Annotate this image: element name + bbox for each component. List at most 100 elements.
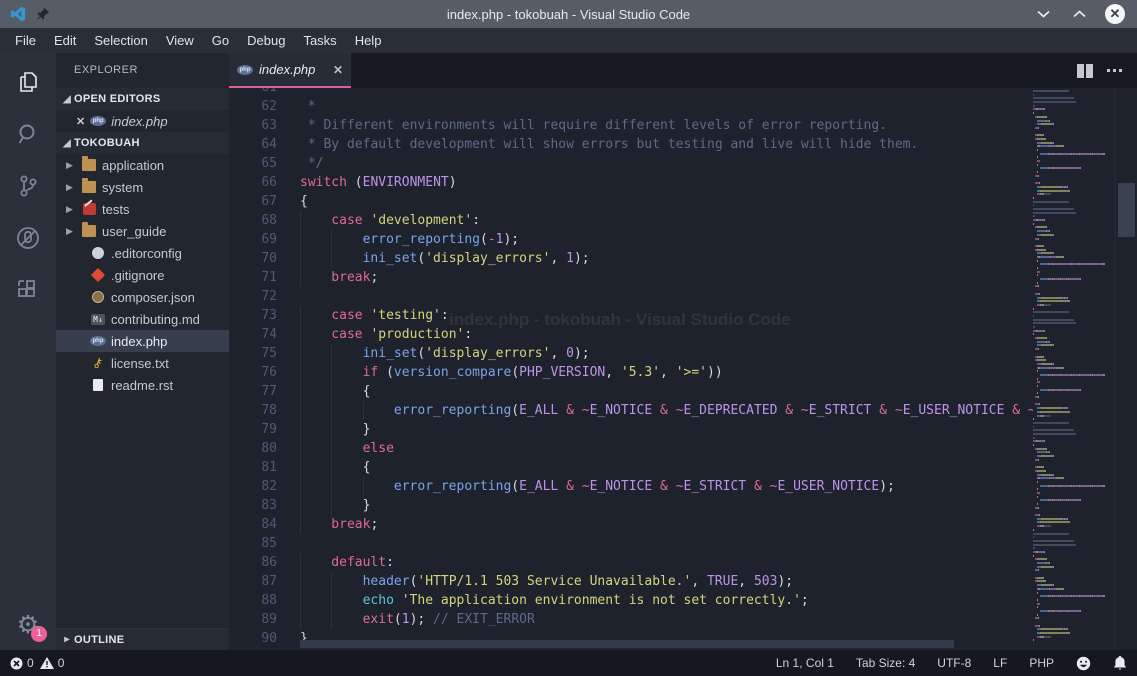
menu-selection[interactable]: Selection	[85, 30, 156, 51]
code-line-67[interactable]: 67{	[229, 192, 1033, 211]
code-line-89[interactable]: 89exit(1); // EXIT_ERROR	[229, 610, 1033, 629]
tree-item-application[interactable]: ▶application	[56, 154, 229, 176]
line-number[interactable]: 65	[229, 154, 300, 173]
code-line-69[interactable]: 69error_reporting(-1);	[229, 230, 1033, 249]
line-number[interactable]: 87	[229, 572, 300, 591]
source-control-icon[interactable]	[13, 171, 43, 201]
menu-debug[interactable]: Debug	[238, 30, 294, 51]
code-line-79[interactable]: 79}	[229, 420, 1033, 439]
line-number[interactable]: 73	[229, 306, 300, 325]
line-number[interactable]: 63	[229, 116, 300, 135]
line-number[interactable]: 71	[229, 268, 300, 287]
outline-header[interactable]: ▸ OUTLINE	[56, 628, 229, 650]
code-line-87[interactable]: 87header('HTTP/1.1 503 Service Unavailab…	[229, 572, 1033, 591]
horizontal-scrollbar-thumb[interactable]	[300, 640, 954, 648]
settings-gear-icon[interactable]: ⚙ 1	[17, 613, 39, 638]
minimap[interactable]	[1033, 88, 1115, 650]
menu-edit[interactable]: Edit	[45, 30, 85, 51]
code-line-65[interactable]: 65 */	[229, 154, 1033, 173]
line-number[interactable]: 88	[229, 591, 300, 610]
tab-close-icon[interactable]: ✕	[333, 63, 343, 77]
titlebar[interactable]: index.php - tokobuah - Visual Studio Cod…	[0, 0, 1137, 28]
line-number[interactable]: 75	[229, 344, 300, 363]
line-number[interactable]: 81	[229, 458, 300, 477]
maximize-icon[interactable]	[1069, 4, 1089, 24]
line-number[interactable]: 84	[229, 515, 300, 534]
line-number[interactable]: 82	[229, 477, 300, 496]
code-line-85[interactable]: 85	[229, 534, 1033, 553]
open-editors-header[interactable]: ◢ OPEN EDITORS	[56, 88, 229, 110]
menu-help[interactable]: Help	[346, 30, 391, 51]
code-line-63[interactable]: 63 * Different environments will require…	[229, 116, 1033, 135]
code-line-72[interactable]: 72	[229, 287, 1033, 306]
tree-item-index-php[interactable]: phpindex.php	[56, 330, 229, 352]
menu-tasks[interactable]: Tasks	[294, 30, 345, 51]
code-line-81[interactable]: 81{	[229, 458, 1033, 477]
line-number[interactable]: 72	[229, 287, 300, 306]
line-number[interactable]: 66	[229, 173, 300, 192]
tab-size[interactable]: Tab Size: 4	[856, 656, 915, 670]
explorer-icon[interactable]	[13, 67, 43, 97]
code-area[interactable]: 61 *------------------------------------…	[229, 88, 1033, 650]
line-number[interactable]: 86	[229, 553, 300, 572]
search-icon[interactable]	[13, 119, 43, 149]
feedback-smiley-icon[interactable]	[1076, 656, 1091, 671]
line-number[interactable]: 89	[229, 610, 300, 629]
line-number[interactable]: 74	[229, 325, 300, 344]
line-number[interactable]: 64	[229, 135, 300, 154]
menu-go[interactable]: Go	[203, 30, 238, 51]
code-line-78[interactable]: 78error_reporting(E_ALL & ~E_NOTICE & ~E…	[229, 401, 1033, 420]
project-root-header[interactable]: ◢ TOKOBUAH	[56, 132, 229, 154]
code-line-76[interactable]: 76if (version_compare(PHP_VERSION, '5.3'…	[229, 363, 1033, 382]
code-line-77[interactable]: 77{	[229, 382, 1033, 401]
line-number[interactable]: 62	[229, 97, 300, 116]
line-number[interactable]: 85	[229, 534, 300, 553]
cursor-position[interactable]: Ln 1, Col 1	[776, 656, 834, 670]
code-line-71[interactable]: 71break;	[229, 268, 1033, 287]
code-line-86[interactable]: 86default:	[229, 553, 1033, 572]
tree-item-license-txt[interactable]: ⚷license.txt	[56, 352, 229, 374]
errors-indicator[interactable]: 0	[10, 656, 34, 670]
line-number[interactable]: 78	[229, 401, 300, 420]
tree-item-readme-rst[interactable]: readme.rst	[56, 374, 229, 396]
code-line-74[interactable]: 74case 'production':	[229, 325, 1033, 344]
line-number[interactable]: 68	[229, 211, 300, 230]
line-number[interactable]: 90	[229, 629, 300, 648]
eol[interactable]: LF	[993, 656, 1007, 670]
line-number[interactable]: 79	[229, 420, 300, 439]
more-actions-icon[interactable]	[1107, 69, 1123, 73]
tree-item-editorconfig[interactable]: .editorconfig	[56, 242, 229, 264]
vertical-scrollbar-thumb[interactable]	[1118, 183, 1135, 237]
encoding[interactable]: UTF-8	[937, 656, 971, 670]
code-line-84[interactable]: 84break;	[229, 515, 1033, 534]
extensions-icon[interactable]	[13, 275, 43, 305]
close-editor-icon[interactable]: ✕	[76, 115, 85, 128]
menu-view[interactable]: View	[157, 30, 203, 51]
tree-item-system[interactable]: ▶system	[56, 176, 229, 198]
minimize-icon[interactable]	[1033, 4, 1053, 24]
line-number[interactable]: 80	[229, 439, 300, 458]
line-number[interactable]: 77	[229, 382, 300, 401]
line-number[interactable]: 69	[229, 230, 300, 249]
line-number[interactable]: 67	[229, 192, 300, 211]
horizontal-scrollbar[interactable]	[300, 640, 1011, 648]
notifications-bell-icon[interactable]	[1113, 656, 1127, 671]
code-line-83[interactable]: 83}	[229, 496, 1033, 515]
tree-item-gitignore[interactable]: .gitignore	[56, 264, 229, 286]
open-editor-item[interactable]: ✕ php index.php	[56, 110, 229, 132]
code-line-75[interactable]: 75ini_set('display_errors', 0);	[229, 344, 1033, 363]
editor[interactable]: 61 *------------------------------------…	[229, 88, 1137, 650]
code-line-68[interactable]: 68case 'development':	[229, 211, 1033, 230]
code-line-64[interactable]: 64 * By default development will show er…	[229, 135, 1033, 154]
pin-icon[interactable]	[36, 7, 50, 21]
tree-item-composer-json[interactable]: composer.json	[56, 286, 229, 308]
code-line-70[interactable]: 70ini_set('display_errors', 1);	[229, 249, 1033, 268]
code-line-61[interactable]: 61 *------------------------------------…	[229, 88, 1033, 97]
code-line-73[interactable]: 73case 'testing':	[229, 306, 1033, 325]
code-line-88[interactable]: 88echo 'The application environment is n…	[229, 591, 1033, 610]
tab-index-php[interactable]: php index.php ✕	[229, 53, 351, 88]
line-number[interactable]: 83	[229, 496, 300, 515]
close-icon[interactable]: ✕	[1105, 4, 1125, 24]
code-line-82[interactable]: 82error_reporting(E_ALL & ~E_NOTICE & ~E…	[229, 477, 1033, 496]
tree-item-tests[interactable]: ▶tests	[56, 198, 229, 220]
